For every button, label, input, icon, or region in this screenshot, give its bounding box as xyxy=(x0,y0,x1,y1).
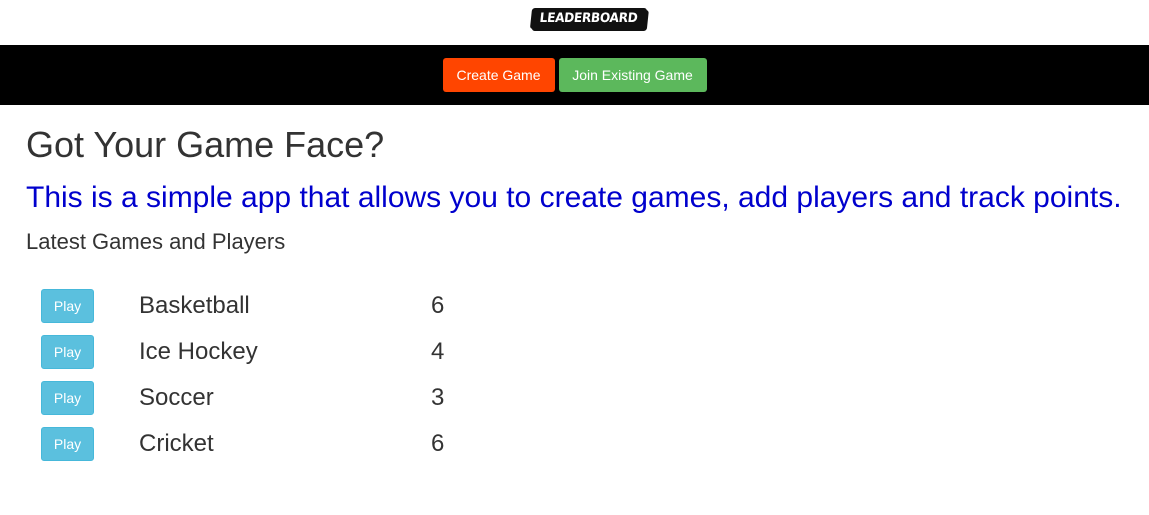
game-name: Basketball xyxy=(139,292,250,319)
game-name: Cricket xyxy=(139,430,214,457)
game-name: Ice Hockey xyxy=(139,338,258,365)
tagline: This is a simple app that allows you to … xyxy=(26,181,1122,214)
game-name: Soccer xyxy=(139,384,214,411)
navbar: Create Game Join Existing Game xyxy=(0,45,1149,105)
page-title: Got Your Game Face? xyxy=(26,124,385,165)
player-count: 4 xyxy=(431,338,445,365)
join-existing-game-button[interactable]: Join Existing Game xyxy=(558,58,707,92)
play-button-ice-hockey[interactable]: Play xyxy=(41,335,94,369)
player-count: 6 xyxy=(431,292,445,319)
create-game-button[interactable]: Create Game xyxy=(442,58,555,92)
player-count: 3 xyxy=(431,384,445,411)
game-row-basketball: Play Basketball 6 xyxy=(41,283,1149,329)
player-count: 6 xyxy=(431,430,445,457)
section-heading: Latest Games and Players xyxy=(26,229,286,254)
header: LEADERBOARD xyxy=(0,0,1149,45)
play-button-cricket[interactable]: Play xyxy=(41,427,94,461)
play-button-soccer[interactable]: Play xyxy=(41,381,94,415)
logo-text: LEADERBOARD xyxy=(538,11,639,26)
play-button-basketball[interactable]: Play xyxy=(41,289,94,323)
games-list: Play Basketball 6 Play Ice Hockey 4 Play… xyxy=(26,283,1149,467)
game-row-soccer: Play Soccer 3 xyxy=(41,375,1149,421)
game-row-cricket: Play Cricket 6 xyxy=(41,421,1149,467)
leaderboard-logo[interactable]: LEADERBOARD xyxy=(529,8,648,29)
game-row-ice-hockey: Play Ice Hockey 4 xyxy=(41,329,1149,375)
main-content: Got Your Game Face? This is a simple app… xyxy=(0,105,1149,467)
